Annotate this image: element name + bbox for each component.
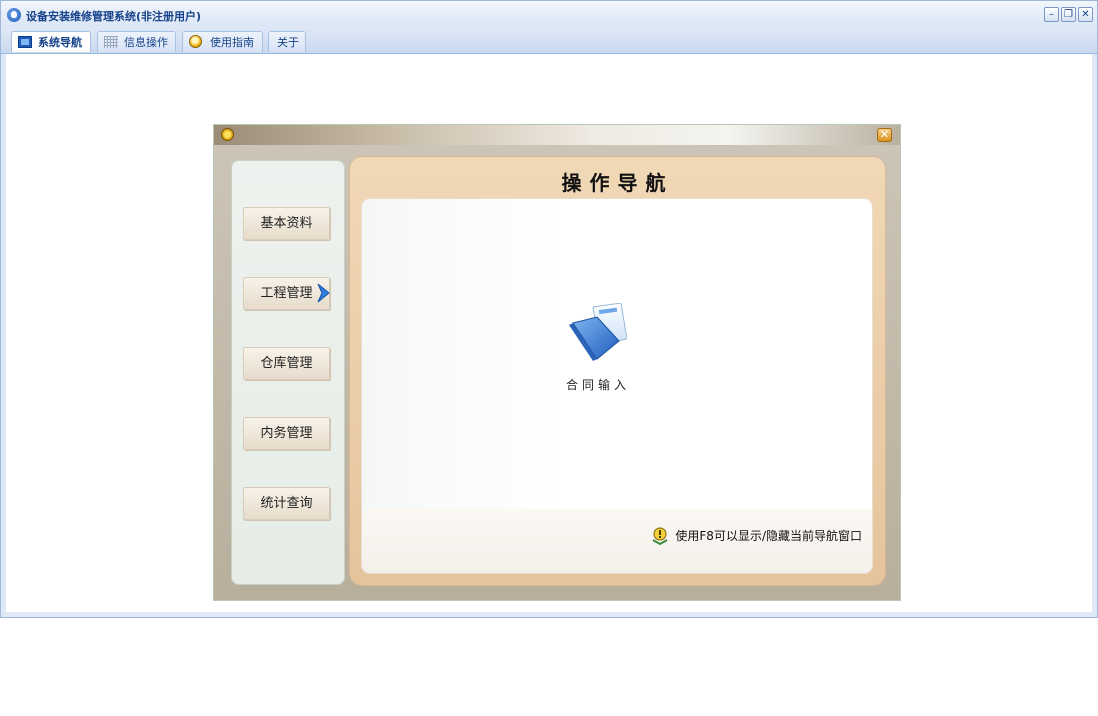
sidebar-item-label: 仓库管理 bbox=[260, 356, 313, 371]
f8-hint: 使用F8可以显示/隐藏当前导航窗口 bbox=[652, 527, 862, 545]
tab-user-guide[interactable]: 使用指南 bbox=[182, 31, 263, 52]
panel-heading: 操作导航 bbox=[561, 171, 674, 195]
function-panel: 操作导航 合同输入 使用F8可以显示/隐藏当前导航窗口 bbox=[350, 157, 885, 585]
dialog-logo-icon bbox=[221, 128, 234, 141]
title-bar: 设备安装维修管理系统(非注册用户) – ❐ ✕ bbox=[1, 1, 1097, 27]
sidebar-item-internal-affairs[interactable]: 内务管理 bbox=[243, 417, 330, 450]
restore-button[interactable]: ❐ bbox=[1061, 7, 1076, 22]
function-contract-entry[interactable]: 合同输入 bbox=[562, 303, 632, 393]
guide-icon bbox=[189, 35, 202, 48]
tab-label: 系统导航 bbox=[38, 36, 82, 49]
tab-label: 信息操作 bbox=[124, 36, 168, 49]
sidebar-item-label: 基本资料 bbox=[260, 216, 313, 231]
function-label: 合同输入 bbox=[565, 378, 630, 392]
info-pin-icon bbox=[652, 527, 668, 545]
window-title: 设备安装维修管理系统(非注册用户) bbox=[26, 10, 202, 23]
sidebar-item-project-management[interactable]: 工程管理 bbox=[243, 277, 330, 310]
tab-label: 使用指南 bbox=[210, 36, 254, 49]
document-icon bbox=[569, 303, 627, 361]
tab-label: 关于 bbox=[277, 36, 299, 49]
sidebar-item-statistics-query[interactable]: 统计查询 bbox=[243, 487, 330, 520]
dialog-body: 基本资料 工程管理 仓库管理 内务管理 统计查询 操作导航 合同输入 使用F8可… bbox=[214, 145, 900, 600]
sidebar-item-label: 工程管理 bbox=[260, 286, 313, 301]
selected-arrow-icon bbox=[317, 283, 330, 303]
navigation-dialog: ✕ 基本资料 工程管理 仓库管理 内务管理 统计查询 操作导航 合同输入 使用F… bbox=[213, 124, 901, 601]
tab-info-operation[interactable]: 信息操作 bbox=[97, 31, 176, 52]
sidebar-item-basic-data[interactable]: 基本资料 bbox=[243, 207, 330, 240]
tab-about[interactable]: 关于 bbox=[268, 31, 306, 52]
navigation-icon bbox=[18, 36, 32, 48]
module-sidebar: 基本资料 工程管理 仓库管理 内务管理 统计查询 bbox=[231, 160, 345, 585]
sidebar-item-label: 内务管理 bbox=[260, 426, 313, 441]
close-button[interactable]: ✕ bbox=[1078, 7, 1093, 22]
grid-icon bbox=[104, 36, 118, 48]
dialog-title-bar[interactable]: ✕ bbox=[214, 125, 900, 145]
minimize-button[interactable]: – bbox=[1044, 7, 1059, 22]
dialog-close-button[interactable]: ✕ bbox=[877, 128, 892, 142]
sidebar-item-label: 统计查询 bbox=[260, 496, 313, 511]
sidebar-item-warehouse-management[interactable]: 仓库管理 bbox=[243, 347, 330, 380]
tab-bar: 系统导航 信息操作 使用指南 关于 bbox=[1, 27, 1097, 54]
function-area: 合同输入 使用F8可以显示/隐藏当前导航窗口 bbox=[362, 199, 872, 573]
hint-text: 使用F8可以显示/隐藏当前导航窗口 bbox=[675, 529, 862, 543]
tab-system-navigation[interactable]: 系统导航 bbox=[11, 31, 91, 52]
app-logo-icon bbox=[7, 8, 21, 22]
